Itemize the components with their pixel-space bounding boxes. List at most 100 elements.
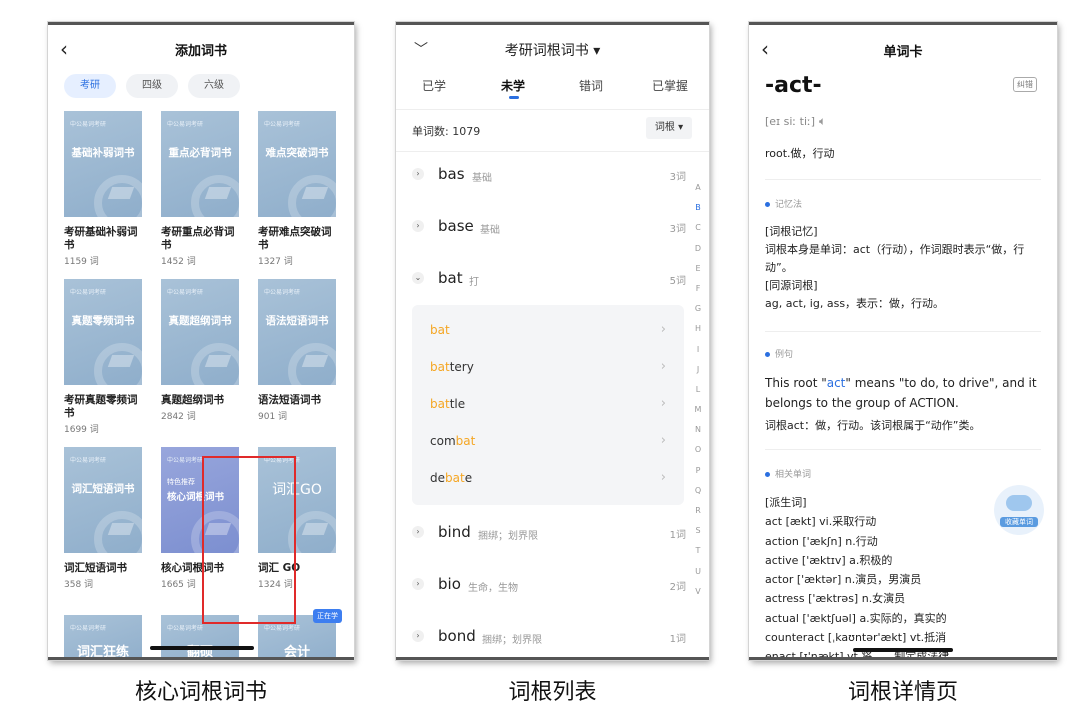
- chip-cet6[interactable]: 六级: [188, 74, 240, 98]
- root-meaning: 基础: [480, 225, 500, 236]
- derived-word[interactable]: bat ›: [430, 322, 666, 343]
- chip-kaoyan[interactable]: 考研: [64, 74, 116, 98]
- book-selector[interactable]: 考研词根词书 ▾: [396, 40, 709, 60]
- index-letter[interactable]: V: [692, 587, 704, 607]
- derived-word[interactable]: battle ›: [430, 396, 666, 417]
- index-letter[interactable]: D: [692, 244, 704, 264]
- related-word[interactable]: counteract [ˌkaʊntər'ækt] vt.抵消: [765, 628, 1041, 647]
- root-count: 1词: [669, 634, 686, 645]
- book-name: 考研基础补弱词书: [64, 226, 138, 251]
- derived-word[interactable]: combat ›: [430, 433, 666, 454]
- alphabet-index[interactable]: A B C D E F G H I J L M N O P Q R S T U …: [692, 183, 704, 607]
- index-letter[interactable]: F: [692, 284, 704, 304]
- brand-label: 中公易词考研: [264, 289, 301, 296]
- index-letter[interactable]: T: [692, 546, 704, 566]
- index-letter[interactable]: I: [692, 345, 704, 365]
- book-name: 考研重点必背词书: [161, 226, 235, 251]
- index-letter[interactable]: R: [692, 506, 704, 526]
- root-count: 3词: [669, 172, 686, 183]
- report-error-button[interactable]: 纠错: [1013, 77, 1037, 92]
- section-header: 相关单词: [765, 467, 811, 480]
- book-count: 1699 词: [64, 425, 99, 435]
- book-cover: 中公易词考研 真题零频词书: [64, 279, 142, 385]
- add-wordbook-screen: ‹ 添加词书 考研 四级 六级 中公易词考研 基础补弱词书 考研基础补弱词书 11…: [48, 22, 354, 660]
- chevron-right-icon: ›: [412, 220, 424, 232]
- root-row[interactable]: › bind 捆绑；划界限 1词: [412, 523, 686, 547]
- index-letter[interactable]: O: [692, 445, 704, 465]
- book-card[interactable]: 中公易词考研 难点突破词书 考研难点突破词书 1327 词: [258, 111, 336, 267]
- index-letter[interactable]: E: [692, 264, 704, 284]
- root-word: base: [438, 217, 474, 235]
- chevron-right-icon: ›: [660, 322, 666, 337]
- word-prefix: de: [430, 471, 445, 485]
- related-word[interactable]: action ['ækʃn] n.行动: [765, 532, 1041, 551]
- tab-unlearned[interactable]: 未学: [501, 77, 525, 94]
- root-word: bond: [438, 627, 476, 645]
- chip-cet4[interactable]: 四级: [126, 74, 178, 98]
- book-card[interactable]: 中公易词考研 语法短语词书 语法短语词书 901 词: [258, 279, 336, 422]
- book-card[interactable]: 中公易词考研 重点必背词书 考研重点必背词书 1452 词: [161, 111, 239, 267]
- book-card[interactable]: 中公易词考研 基础补弱词书 考研基础补弱词书 1159 词: [64, 111, 142, 267]
- root-row[interactable]: › bond 捆绑；划界限 1词: [412, 627, 686, 651]
- root-row[interactable]: › bio 生命，生物 2词: [412, 575, 686, 599]
- book-cover: 中公易词考研 语法短语词书: [258, 279, 336, 385]
- root-row[interactable]: › base 基础 3词: [412, 217, 686, 241]
- index-letter[interactable]: J: [692, 365, 704, 385]
- mnemonic-text: [词根记忆] 词根本身是单词：act（行动），作词跟时表示“做，行动”。 [同源…: [765, 223, 1041, 313]
- chevron-right-icon: ›: [660, 396, 666, 411]
- index-letter[interactable]: U: [692, 567, 704, 587]
- book-card[interactable]: 中公易词考研 真题超纲词书 真题超纲词书 2842 词: [161, 279, 239, 422]
- book-count: 2842 词: [161, 412, 196, 422]
- tab-mastered[interactable]: 已掌握: [652, 77, 688, 94]
- book-cover: 中公易词考研 基础补弱词书: [64, 111, 142, 217]
- derived-word[interactable]: battery ›: [430, 359, 666, 380]
- section-header: 例句: [765, 347, 793, 360]
- related-word[interactable]: actual ['æktʃuəl] a.实际的，真实的: [765, 609, 1041, 628]
- home-indicator: [853, 648, 953, 652]
- root-count: 5词: [669, 276, 686, 287]
- index-letter[interactable]: C: [692, 223, 704, 243]
- bullet-dot-icon: [765, 472, 770, 477]
- index-letter[interactable]: N: [692, 425, 704, 445]
- related-word[interactable]: active ['æktɪv] a.积极的: [765, 551, 1041, 570]
- book-cover: 中公易词考研 真题超纲词书: [161, 279, 239, 385]
- root-word: -act-: [765, 73, 822, 98]
- index-letter[interactable]: L: [692, 385, 704, 405]
- root-detail-screen: ‹ 单词卡 -act- 纠错 [eɪ siː tiː] 🔈︎ root.做，行动…: [749, 22, 1057, 660]
- word-count: 单词数: 1079: [412, 125, 481, 138]
- root-meaning: 生命，生物: [468, 583, 518, 594]
- phonetic: [eɪ siː tiː]: [765, 115, 815, 128]
- book-count: 1452 词: [161, 257, 196, 267]
- learning-badge: 正在学: [313, 609, 342, 623]
- root-row-expanded[interactable]: ⌄ bat 打 5词: [412, 269, 686, 293]
- derived-word[interactable]: debate ›: [430, 470, 666, 491]
- related-word[interactable]: actor ['æktər] n.演员，男演员: [765, 570, 1041, 589]
- index-letter[interactable]: M: [692, 405, 704, 425]
- text-line: 词根本身是单词：act（行动），作词跟时表示“做，行动”。: [765, 243, 1025, 274]
- index-letter[interactable]: G: [692, 304, 704, 324]
- book-count: 358 词: [64, 580, 94, 590]
- tab-learned[interactable]: 已学: [422, 77, 446, 94]
- related-word[interactable]: actress ['æktrəs] n.女演员: [765, 589, 1041, 608]
- index-letter[interactable]: H: [692, 324, 704, 344]
- index-letter[interactable]: S: [692, 526, 704, 546]
- tab-wrong[interactable]: 错词: [579, 77, 603, 94]
- root-row[interactable]: › bas 基础 3词: [412, 165, 686, 189]
- sort-dropdown[interactable]: 词根 ▾: [646, 117, 692, 139]
- root-word: bio: [438, 575, 461, 593]
- root-count: 2词: [669, 582, 686, 593]
- index-letter[interactable]: P: [692, 466, 704, 486]
- example-highlight: act: [826, 376, 846, 390]
- example-translation: 词根act：做，行动。该词根属于“动作”类。: [765, 419, 981, 432]
- book-card[interactable]: 中公易词考研 真题零频词书 考研真题零频词书 1699 词: [64, 279, 142, 435]
- section-label: 记忆法: [775, 200, 803, 210]
- index-letter-active[interactable]: B: [692, 203, 704, 223]
- collect-word-button[interactable]: 收藏单词: [994, 485, 1044, 535]
- speaker-icon[interactable]: 🔈︎: [819, 114, 826, 129]
- book-card-peek[interactable]: 中公易词考研 词汇狂练: [64, 615, 142, 657]
- chevron-down-icon: ⌄: [412, 272, 424, 284]
- index-letter[interactable]: Q: [692, 486, 704, 506]
- chevron-right-icon: ›: [412, 630, 424, 642]
- book-card[interactable]: 中公易词考研 词汇短语词书 词汇短语词书 358 词: [64, 447, 142, 590]
- index-letter[interactable]: A: [692, 183, 704, 203]
